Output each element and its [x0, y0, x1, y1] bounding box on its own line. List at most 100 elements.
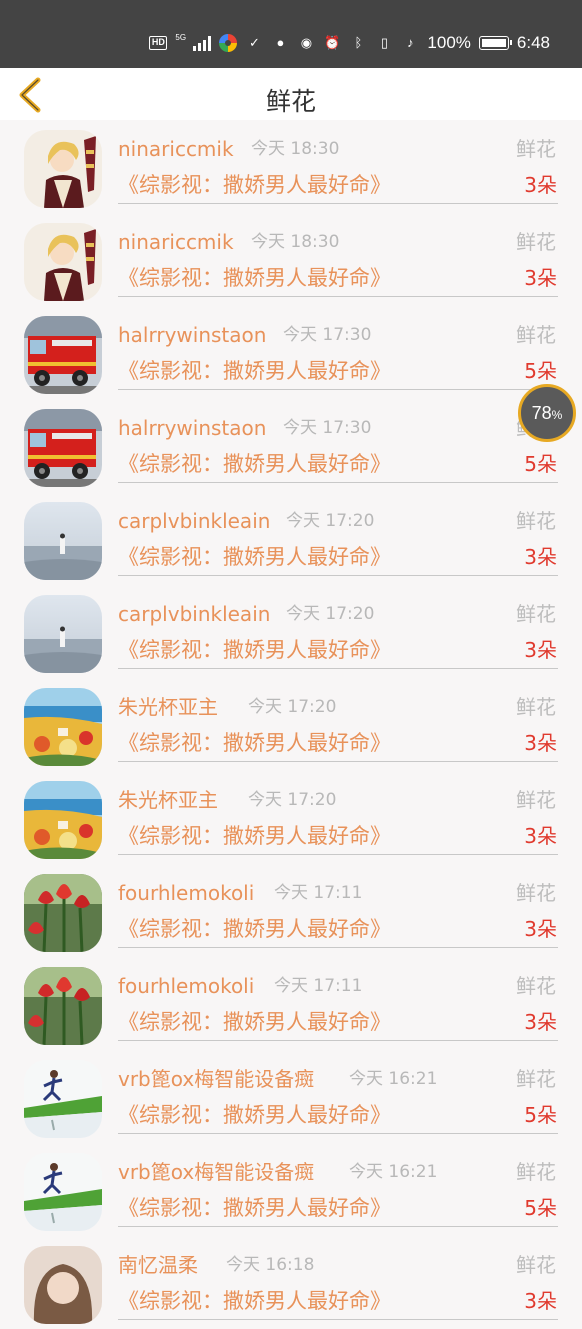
book-title[interactable]: 《综影视：撒娇男人最好命》 — [118, 1101, 391, 1129]
gift-type: 鲜花 — [516, 323, 556, 347]
list-item[interactable]: 朱光杯亚主 今天 17:20 鲜花 《综影视：撒娇男人最好命》 3朵 — [0, 771, 582, 864]
book-title[interactable]: 《综影视：撒娇男人最好命》 — [118, 915, 391, 943]
gift-time: 今天 18:30 — [251, 139, 340, 159]
gift-time: 今天 17:20 — [248, 697, 337, 717]
color-wheel-icon — [219, 34, 238, 52]
user-name[interactable]: fourhlemokoli — [118, 880, 254, 906]
list-item[interactable]: ninariccmik 今天 18:30 鲜花《综影视：撒娇男人最好命》 3朵 — [0, 120, 582, 213]
book-title[interactable]: 《综影视：撒娇男人最好命》 — [118, 450, 391, 478]
list-item[interactable]: halrrywinstaon今天 17:30鲜花《综影视：撒娇男人最好命》5朵 — [0, 399, 582, 492]
row-divider — [118, 668, 558, 669]
user-name[interactable]: 南忆温柔 — [118, 1252, 198, 1278]
gift-type: 鲜花 — [516, 230, 556, 254]
list-item[interactable]: vrb篦ox梅智能设备癍 今天 16:21 鲜花 《综影视：撒娇男人最好命》 5朵 — [0, 1050, 582, 1143]
flower-gift-list: ninariccmik 今天 18:30 鲜花 《综影视：撒娇男人最好命》 3朵 nina… — [0, 120, 582, 1329]
alarm-icon: ⏰ — [324, 35, 341, 50]
book-title[interactable]: 《综影视：撒娇男人最好命》 — [118, 357, 391, 385]
anime-avatar[interactable] — [24, 130, 102, 208]
gift-type: 鲜花 — [516, 137, 556, 161]
portrait-avatar[interactable] — [24, 1246, 102, 1324]
user-name[interactable]: ninariccmik — [118, 229, 234, 255]
tulip-avatar[interactable] — [24, 967, 102, 1045]
book-title[interactable]: 《综影视：撒娇男人最好命》 — [118, 822, 391, 850]
user-name[interactable]: carplvbinkleain — [118, 601, 270, 627]
book-title[interactable]: 《综影视：撒娇男人最好命》 — [118, 636, 391, 664]
anime-avatar[interactable] — [24, 223, 102, 301]
user-name[interactable]: fourhlemokoli — [118, 973, 254, 999]
gift-count: 3朵 — [524, 638, 557, 662]
runner-avatar[interactable] — [24, 1153, 102, 1231]
battery-level — [481, 39, 506, 47]
user-name[interactable]: 朱光杯亚主 — [118, 787, 218, 813]
sea-avatar[interactable] — [24, 595, 102, 673]
list-item[interactable]: ninariccmik 今天 18:30 鲜花《综影视：撒娇男人最好命》 3朵 — [0, 213, 582, 306]
gift-type: 鲜花 — [516, 695, 556, 719]
page-title: 鲜花 — [265, 87, 316, 116]
list-item[interactable]: 朱光杯亚主 今天 17:20 鲜花 《综影视：撒娇男人最好命》 3朵 — [0, 678, 582, 771]
firetruck-avatar[interactable] — [24, 316, 102, 394]
gift-time: 今天 17:20 — [248, 790, 337, 810]
gift-type: 鲜花 — [516, 881, 556, 905]
row-divider — [118, 296, 558, 297]
mute-icon: ♪ — [407, 35, 414, 50]
gift-count: 3朵 — [524, 173, 557, 197]
gift-count: 3朵 — [524, 1289, 557, 1313]
user-name[interactable]: 朱光杯亚主 — [118, 694, 218, 720]
painting-avatar[interactable] — [24, 688, 102, 766]
gift-time: 今天 17:11 — [274, 976, 363, 996]
gift-time: 今天 17:30 — [283, 418, 372, 438]
gift-count: 3朵 — [524, 266, 557, 290]
gift-time: 今天 16:18 — [226, 1255, 315, 1275]
user-name[interactable]: halrrywinstaon — [118, 415, 266, 441]
gift-count: 3朵 — [524, 1010, 557, 1034]
list-item[interactable]: carplvbinkleain 今天 17:20 鲜花 《综影视：撒娇男人最好命》 3朵 — [0, 492, 582, 585]
gift-time: 今天 16:21 — [349, 1069, 438, 1089]
list-item[interactable]: fourhlemokoli 今天 17:11 鲜花 《综影视：撒娇男人最好命》 3朵 — [0, 864, 582, 957]
status-icons: HD 5G ✓ ● ◉ ⏰ ᛒ ▯ ♪ 100% 6:48 — [149, 31, 550, 55]
gift-count: 5朵 — [524, 1196, 557, 1220]
bluetooth-icon: ᛒ — [354, 35, 363, 50]
row-divider — [118, 854, 558, 855]
vibrate-icon: ▯ — [380, 35, 388, 50]
gift-time: 今天 17:20 — [286, 511, 375, 531]
book-title[interactable]: 《综影视：撒娇男人最好命》 — [118, 264, 391, 292]
book-title[interactable]: 《综影视：撒娇男人最好命》 — [118, 1287, 391, 1315]
gift-time: 今天 17:11 — [274, 883, 363, 903]
row-divider — [118, 1133, 558, 1134]
book-title[interactable]: 《综影视：撒娇男人最好命》 — [118, 1194, 391, 1222]
user-name[interactable]: ninariccmik — [118, 136, 234, 162]
floating-progress-badge[interactable]: 78% — [518, 384, 576, 442]
list-item[interactable]: vrb篦ox梅智能设备癍 今天 16:21 鲜花 《综影视：撒娇男人最好命》 5朵 — [0, 1143, 582, 1236]
gift-type: 鲜花 — [516, 1160, 556, 1184]
status-bar: HD 5G ✓ ● ◉ ⏰ ᛒ ▯ ♪ 100% 6:48 — [0, 0, 582, 68]
qq-icon: ● — [276, 35, 285, 50]
list-item[interactable]: 南忆温柔 今天 16:18 鲜花 《综影视：撒娇男人最好命》 3朵 — [0, 1236, 582, 1329]
gift-type: 鲜花 — [516, 602, 556, 626]
list-item[interactable]: carplvbinkleain 今天 17:20 鲜花 《综影视：撒娇男人最好命》 3朵 — [0, 585, 582, 678]
row-divider — [118, 761, 558, 762]
book-title[interactable]: 《综影视：撒娇男人最好命》 — [118, 729, 391, 757]
user-name[interactable]: vrb篦ox梅智能设备癍 — [118, 1066, 314, 1092]
gift-time: 今天 17:30 — [283, 325, 372, 345]
sea-avatar[interactable] — [24, 502, 102, 580]
hd-icon: HD — [149, 36, 168, 50]
tulip-avatar[interactable] — [24, 874, 102, 952]
book-title[interactable]: 《综影视：撒娇男人最好命》 — [118, 1008, 391, 1036]
gift-time: 今天 18:30 — [251, 232, 340, 252]
firetruck-avatar[interactable] — [24, 409, 102, 487]
list-item[interactable]: halrrywinstaon今天 17:30鲜花《综影视：撒娇男人最好命》5朵 — [0, 306, 582, 399]
battery-percent: 100% — [427, 33, 471, 52]
row-divider — [118, 1040, 558, 1041]
row-divider — [118, 575, 558, 576]
painting-avatar[interactable] — [24, 781, 102, 859]
user-name[interactable]: carplvbinkleain — [118, 508, 270, 534]
status-time: 6:48 — [516, 33, 550, 52]
book-title[interactable]: 《综影视：撒娇男人最好命》 — [118, 543, 391, 571]
gift-count: 3朵 — [524, 824, 557, 848]
runner-avatar[interactable] — [24, 1060, 102, 1138]
list-item[interactable]: fourhlemokoli 今天 17:11 鲜花 《综影视：撒娇男人最好命》 3朵 — [0, 957, 582, 1050]
row-divider — [118, 947, 558, 948]
user-name[interactable]: vrb篦ox梅智能设备癍 — [118, 1159, 314, 1185]
user-name[interactable]: halrrywinstaon — [118, 322, 266, 348]
book-title[interactable]: 《综影视：撒娇男人最好命》 — [118, 171, 391, 199]
